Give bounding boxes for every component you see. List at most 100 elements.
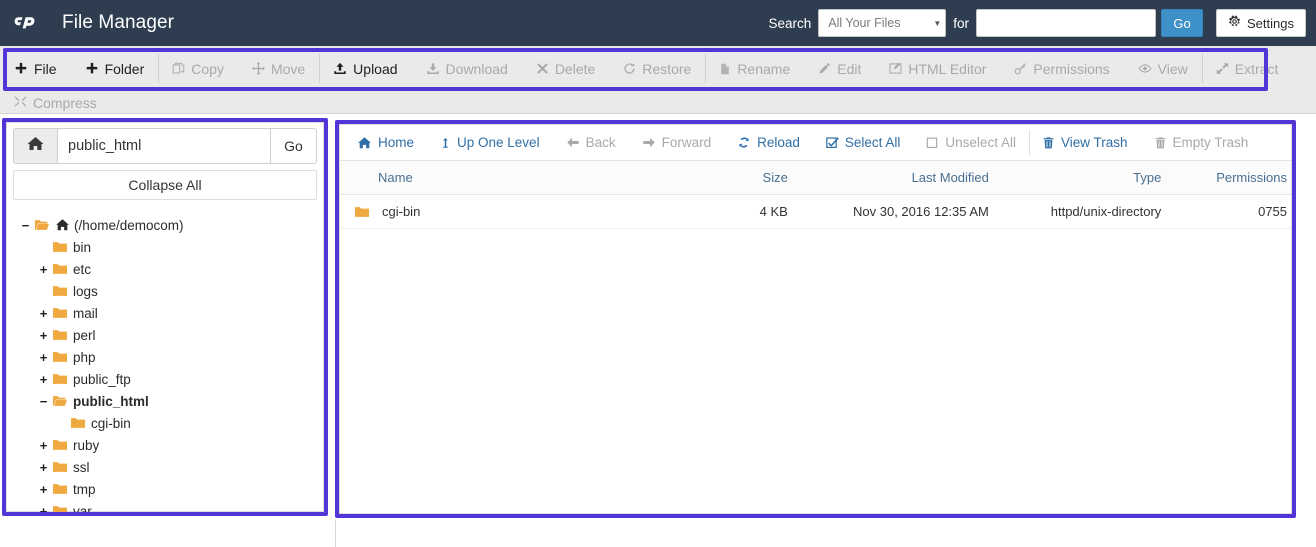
collapse-all-button[interactable]: Collapse All [13, 170, 317, 200]
file-table-header-row: Name Size Last Modified Type Permissions [340, 161, 1291, 195]
compress-row: Compress [0, 91, 111, 114]
tree-toggle-icon[interactable]: + [37, 482, 50, 497]
tree-item-label: var [73, 503, 92, 519]
tree-item-perl[interactable]: + perl [19, 324, 323, 346]
tree-toggle-icon[interactable]: + [37, 328, 50, 343]
home-icon [55, 218, 70, 232]
restore-icon [623, 62, 636, 75]
column-header-last-modified[interactable]: Last Modified [787, 161, 1007, 195]
home-icon [357, 136, 372, 150]
nav-button-view-trash[interactable]: View Trash [1028, 125, 1141, 161]
tree-item-var[interactable]: + var [19, 500, 323, 522]
toolbar-button-upload[interactable]: Upload [319, 46, 411, 91]
nav-button-select-all[interactable]: Select All [813, 125, 914, 161]
toolbar-button-restore: Restore [609, 46, 705, 91]
path-go-button[interactable]: Go [270, 129, 316, 163]
toolbar-button-copy: Copy [158, 46, 238, 91]
tree-item-mail[interactable]: + mail [19, 302, 323, 324]
cpanel-logo-icon [14, 11, 52, 35]
column-header-name[interactable]: Name [340, 161, 679, 195]
up-arrow-icon [440, 136, 451, 150]
nav-button-reload[interactable]: Reload [724, 125, 813, 161]
cell-name[interactable]: cgi-bin [340, 194, 679, 229]
trash-icon [1154, 136, 1167, 150]
close-x-icon [536, 62, 549, 75]
tree-item-label: cgi-bin [91, 415, 131, 431]
tree-toggle-icon[interactable]: + [37, 372, 50, 387]
tree-item-etc[interactable]: + etc [19, 258, 323, 280]
tree-item-label: mail [73, 305, 98, 321]
cell-permissions: 0755 [1161, 194, 1291, 229]
table-row[interactable]: cgi-bin 4 KB Nov 30, 2016 12:35 AM httpd… [340, 194, 1291, 229]
app-header: File Manager Search All Your Files ▼ for… [0, 0, 1316, 46]
tree-toggle-icon[interactable]: − [19, 218, 32, 233]
file-icon [719, 62, 731, 76]
toolbar-button-file[interactable]: File [0, 46, 71, 91]
folder-open-icon [52, 394, 68, 408]
column-header-permissions[interactable]: Permissions [1161, 161, 1291, 195]
nav-button-label: Empty Trash [1172, 135, 1249, 150]
path-bar: Go [13, 128, 317, 164]
toolbar-button-label: Folder [104, 60, 145, 77]
tree-item-php[interactable]: + php [19, 346, 323, 368]
settings-button[interactable]: Settings [1216, 9, 1306, 37]
tree-item-cgi-bin[interactable]: cgi-bin [19, 412, 323, 434]
toolbar-button-label: Edit [837, 60, 862, 77]
nav-button-label: Forward [661, 135, 712, 150]
key-icon [1014, 62, 1027, 75]
search-scope-select[interactable]: All Your Files ▼ [818, 9, 947, 37]
nav-button-back: Back [553, 125, 629, 161]
nav-button-label: Select All [844, 135, 901, 150]
tree-toggle-icon[interactable]: − [37, 394, 50, 409]
extract-icon [1216, 62, 1229, 75]
nav-button-up-one-level[interactable]: Up One Level [427, 125, 553, 161]
arrow-right-icon [642, 136, 656, 149]
toolbar-button-download: Download [412, 46, 522, 91]
toolbar-button-edit: Edit [804, 46, 875, 91]
tree-item-label: php [73, 349, 96, 365]
tree-item-bin[interactable]: bin [19, 236, 323, 258]
tree-item-label: (/home/democom) [74, 217, 184, 233]
folder-icon [52, 284, 68, 298]
tree-item-public_html[interactable]: − public_html [19, 390, 323, 412]
nav-button-label: Home [378, 135, 415, 150]
file-nav-toolbar: Home Up One Level Back Forward Reload Select … [340, 125, 1291, 161]
search-input[interactable] [976, 9, 1157, 37]
tree-item-label: ssl [73, 459, 90, 475]
folder-icon [52, 328, 68, 342]
tree-item-label: perl [73, 327, 96, 343]
tree-item-ssl[interactable]: + ssl [19, 456, 323, 478]
chevron-down-icon: ▼ [933, 18, 942, 28]
column-header-type[interactable]: Type [1006, 161, 1162, 195]
tree-item-label: tmp [73, 481, 96, 497]
folder-open-icon [34, 218, 50, 232]
tree-home-button[interactable] [14, 129, 58, 163]
search-go-button[interactable]: Go [1161, 9, 1204, 37]
tree-item-homedemocom[interactable]: − (/home/democom) [19, 214, 323, 236]
tree-toggle-icon[interactable]: + [37, 306, 50, 321]
file-name: cgi-bin [382, 204, 421, 219]
tree-toggle-icon[interactable]: + [37, 350, 50, 365]
move-icon [251, 62, 265, 75]
toolbar-button-folder[interactable]: Folder [71, 46, 159, 91]
toolbar-button-label: Permissions [1033, 60, 1110, 77]
search-area: Search All Your Files ▼ for Go Settings [761, 0, 1306, 46]
tree-toggle-icon[interactable]: + [37, 262, 50, 277]
path-input[interactable] [58, 129, 270, 163]
toolbar-button-rename: Rename [705, 46, 804, 91]
toolbar-button-label: View [1157, 60, 1188, 77]
tree-item-logs[interactable]: logs [19, 280, 323, 302]
panel-divider [335, 519, 336, 547]
tree-toggle-icon[interactable]: + [37, 460, 50, 475]
tree-item-public_ftp[interactable]: + public_ftp [19, 368, 323, 390]
compress-button: Compress [0, 95, 111, 111]
column-header-size[interactable]: Size [678, 161, 788, 195]
tree-toggle-icon[interactable]: + [37, 504, 50, 519]
directory-tree: − (/home/democom) bin + etc logs + mail + perl + ph… [7, 214, 323, 522]
compress-icon [14, 95, 27, 111]
tree-item-ruby[interactable]: + ruby [19, 434, 323, 456]
tree-item-tmp[interactable]: + tmp [19, 478, 323, 500]
tree-toggle-icon[interactable]: + [37, 438, 50, 453]
folder-icon [70, 416, 86, 430]
nav-button-home[interactable]: Home [344, 125, 427, 161]
